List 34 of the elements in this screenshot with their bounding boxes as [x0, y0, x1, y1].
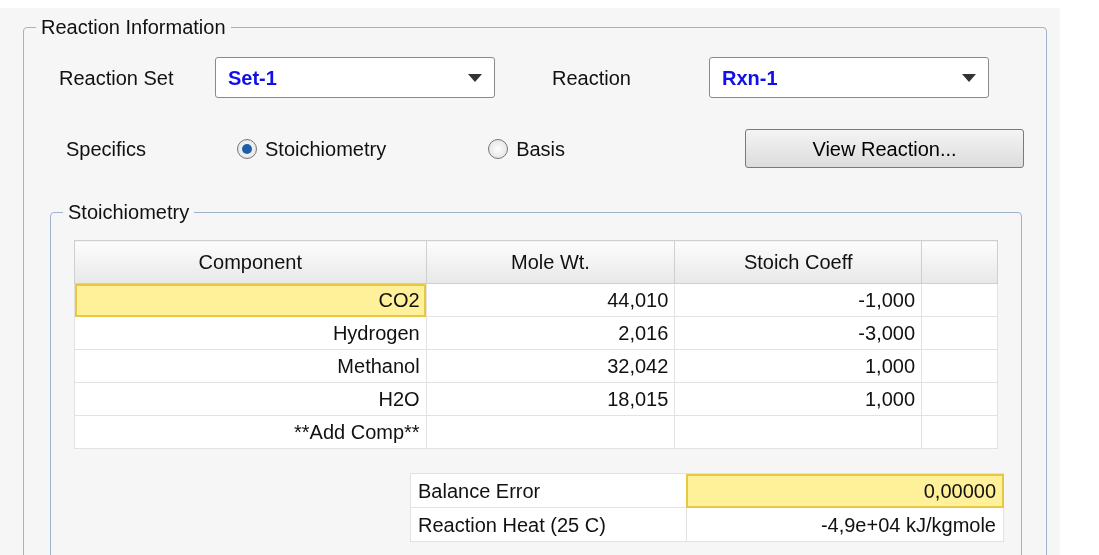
table-cell[interactable]: Methanol [74, 349, 427, 383]
column-header[interactable]: Stoich Coeff [674, 240, 922, 284]
table-cell: 18,015 [426, 382, 675, 416]
radio-icon[interactable] [237, 138, 257, 159]
table-cell: -1,000 [674, 283, 922, 317]
radio-icon[interactable] [488, 138, 509, 159]
table-cell[interactable]: 0,00000 [686, 473, 1004, 508]
table-cell: 32,042 [426, 349, 675, 383]
field-label: Specifics [65, 136, 148, 162]
table-cell: Reaction Heat (25 C) [410, 507, 687, 542]
section-title: Reaction Information [40, 16, 227, 38]
table-cell[interactable]: -4,9e+04 kJ/kgmole [686, 507, 1004, 542]
table-cell: 44,010 [426, 283, 675, 317]
column-header[interactable]: Mole Wt. [426, 240, 675, 284]
reaction-set-dropdown[interactable]: Set-1 [215, 57, 495, 98]
caret-icon [962, 73, 976, 82]
group-title: Stoichiometry [67, 201, 191, 223]
caret-icon [468, 73, 482, 82]
column-header[interactable]: Component [74, 240, 427, 284]
table-cell: 1,000 [674, 349, 922, 383]
table-cell: -3,000 [674, 316, 922, 350]
table-cell[interactable]: H2O [74, 382, 427, 416]
table-cell: 2,016 [426, 316, 675, 350]
table-cell[interactable]: CO2 [74, 283, 427, 317]
table-cell: Balance Error [410, 473, 687, 508]
reaction-dropdown[interactable]: Rxn-1 [709, 57, 989, 98]
table-cell: 1,000 [674, 382, 922, 416]
field-label: Reaction [552, 65, 632, 91]
view-reaction-button[interactable]: View Reaction... [745, 129, 1024, 168]
field-label: Reaction Set [58, 65, 175, 91]
radio-option[interactable]: Stoichiometry [237, 133, 387, 164]
radio-option[interactable]: Basis [488, 133, 566, 164]
table-cell[interactable]: **Add Comp** [74, 415, 427, 449]
table-cell[interactable]: Hydrogen [74, 316, 427, 350]
